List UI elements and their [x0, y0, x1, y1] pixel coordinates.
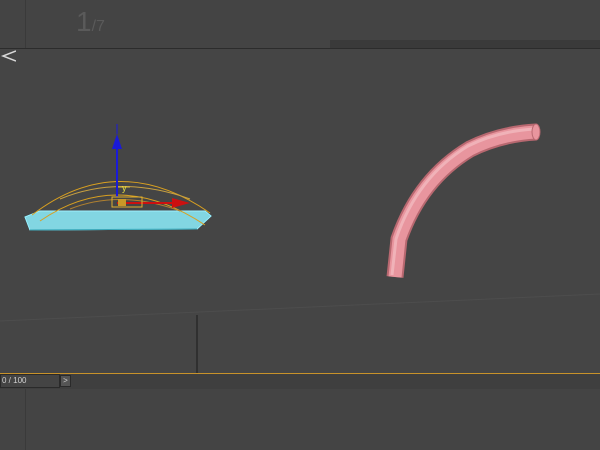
3d-viewport[interactable]: y: [0, 49, 600, 373]
top-toolbar: 1/7: [0, 0, 600, 48]
eye-icon[interactable]: [0, 49, 16, 63]
next-frame-button[interactable]: >: [60, 375, 71, 387]
tube-object[interactable]: [386, 123, 541, 278]
timeline-bar[interactable]: 0 / 100 >: [0, 373, 600, 389]
gizmo-axis-label: y: [122, 183, 127, 193]
viewport-scene[interactable]: y: [0, 49, 600, 373]
page-current: 1: [76, 6, 92, 37]
toolbar-divider: [25, 0, 26, 48]
time-slider[interactable]: 0 / 100: [0, 374, 60, 388]
bottom-panel: [0, 389, 600, 450]
page-counter: 1/7: [76, 6, 105, 38]
selected-box-object[interactable]: [24, 210, 212, 231]
bottom-divider: [25, 389, 26, 450]
toolbar-strip: [330, 40, 600, 48]
ground-grid-line: [0, 293, 600, 322]
page-total: /7: [91, 18, 105, 35]
